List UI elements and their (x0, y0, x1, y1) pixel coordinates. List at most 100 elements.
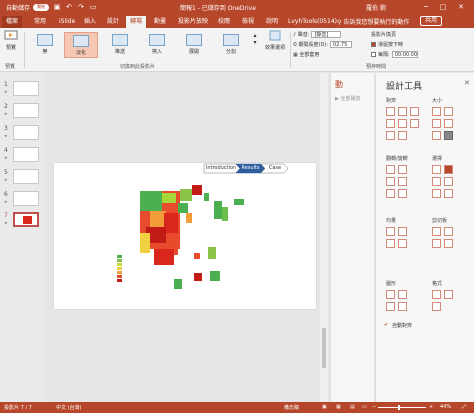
save-icon[interactable]: ▣ (53, 3, 61, 11)
size-lock-icon[interactable] (444, 131, 453, 140)
tab-help[interactable]: 說明 (262, 16, 282, 28)
align-right-icon[interactable] (410, 107, 419, 116)
share-button[interactable]: 共用 (420, 16, 443, 26)
autosave-toggle[interactable]: 關閉 (33, 3, 50, 11)
duration-input[interactable]: 02.75 (329, 41, 352, 48)
select-fill-icon[interactable] (432, 177, 441, 186)
gallery-more-button[interactable]: ▴ ▾ (251, 32, 259, 46)
close-button[interactable]: ✕ (455, 2, 467, 12)
shape-subtract-icon[interactable] (398, 302, 407, 311)
preview-button[interactable]: 預覽 (2, 30, 20, 51)
rotate-reset-icon[interactable] (398, 189, 407, 198)
rotate-right-icon[interactable] (398, 177, 407, 186)
slide-thumb-6[interactable] (13, 191, 39, 206)
redo-icon[interactable]: ↷ (77, 3, 85, 11)
rotate-free-icon[interactable] (386, 189, 395, 198)
normal-view-icon[interactable]: ▣ (322, 404, 327, 410)
transition-push[interactable]: 推送 (103, 32, 137, 58)
slide-thumb-7[interactable] (13, 212, 39, 227)
select-text-icon[interactable] (444, 189, 453, 198)
language-indicator[interactable]: 中文 (台灣) (56, 404, 82, 411)
zoom-slider-handle[interactable] (398, 405, 400, 410)
paste-position-icon[interactable] (444, 227, 453, 236)
copy-position-icon[interactable] (432, 227, 441, 236)
flip-horizontal-icon[interactable] (386, 165, 395, 174)
zoom-in-icon[interactable]: + (429, 404, 433, 410)
transition-split[interactable]: 分割 (214, 32, 248, 58)
on-click-checkbox[interactable]: 滑鼠按下時 (371, 41, 403, 48)
slide-thumb-3[interactable] (13, 125, 39, 140)
effect-options-button[interactable]: 效果選項 (262, 30, 288, 51)
align-key-icon[interactable] (398, 131, 407, 140)
select-same-icon[interactable] (432, 165, 441, 174)
transition-wipe[interactable]: 擦入 (140, 32, 174, 58)
tab-slideshow[interactable]: 投影片放映 (174, 16, 212, 28)
undo-icon[interactable]: ↶ (65, 3, 73, 11)
tell-me-search[interactable]: ⚲ 告訴我您想要執行的動作 (337, 17, 409, 26)
auto-align-checkbox[interactable]: ✔ 自動對齊 (384, 322, 412, 330)
after-checkbox[interactable]: 每隔: 00:00.00 (371, 51, 418, 58)
shape-merge-icon[interactable] (386, 290, 395, 299)
distribute-grid-icon[interactable] (386, 239, 395, 248)
align-slide-icon[interactable] (386, 131, 395, 140)
sound-select[interactable]: [靜音] (311, 31, 342, 38)
format-clear-icon[interactable] (444, 290, 453, 299)
canvas-scrollbar[interactable] (320, 73, 328, 402)
transition-fade[interactable]: 淡化 (64, 32, 98, 58)
transition-reveal[interactable]: 展開 (177, 32, 211, 58)
close-icon[interactable]: ✕ (464, 79, 470, 87)
minimize-button[interactable]: ─ (420, 2, 432, 12)
zoom-out-icon[interactable]: − (372, 404, 376, 410)
play-all-button[interactable]: ▶ 全部播放 (335, 95, 360, 102)
same-height-icon[interactable] (444, 107, 453, 116)
slide-thumb-4[interactable] (13, 147, 39, 162)
tab-view[interactable]: 檢視 (238, 16, 258, 28)
select-line-icon[interactable] (432, 189, 441, 198)
presenter-icon[interactable]: ▭ (89, 3, 97, 11)
tab-design[interactable]: 設計 (103, 16, 123, 28)
shape-split-icon[interactable] (398, 290, 407, 299)
distribute-horizontal-icon[interactable] (386, 227, 395, 236)
scroll-thumb[interactable] (322, 328, 326, 368)
tab-file[interactable]: 檔案 (2, 16, 23, 28)
notes-button[interactable]: 備忘稿 (284, 404, 299, 411)
size-width-icon[interactable] (432, 131, 441, 140)
align-middle-icon[interactable] (398, 119, 407, 128)
align-center-icon[interactable] (398, 107, 407, 116)
same-width-icon[interactable] (432, 107, 441, 116)
paste-size-icon[interactable] (444, 239, 453, 248)
fit-slide-icon[interactable]: ⤢ (462, 404, 466, 410)
tab-islide[interactable]: iSlide (55, 16, 79, 28)
select-pen-icon[interactable] (444, 165, 453, 174)
shape-union-icon[interactable] (386, 302, 395, 311)
slide-thumb-5[interactable] (13, 169, 39, 184)
zoom-level[interactable]: 44% (440, 404, 451, 410)
select-cursor-icon[interactable] (444, 177, 453, 186)
distribute-circle-icon[interactable] (398, 239, 407, 248)
zoom-slider[interactable] (378, 407, 426, 408)
flip-vertical-icon[interactable] (398, 165, 407, 174)
tab-animations[interactable]: 動畫 (150, 16, 170, 28)
copy-size-icon[interactable] (432, 239, 441, 248)
align-bottom-icon[interactable] (410, 119, 419, 128)
tab-transitions[interactable]: 轉場 (126, 16, 147, 28)
slide-thumb-1[interactable] (13, 81, 39, 96)
tab-insert[interactable]: 插入 (80, 16, 100, 28)
maximize-button[interactable]: □ (437, 2, 449, 12)
distribute-vertical-icon[interactable] (398, 227, 407, 236)
tab-review[interactable]: 校閱 (214, 16, 234, 28)
rotate-left-icon[interactable] (386, 177, 395, 186)
after-input[interactable]: 00:00.00 (391, 51, 418, 58)
tab-home[interactable]: 常用 (30, 16, 50, 28)
apply-all-button[interactable]: ▦ 全部套用 (293, 51, 319, 59)
user-name[interactable]: 羅伯 劉 (366, 3, 386, 12)
transition-none[interactable]: 無 (28, 32, 62, 58)
slideshow-view-icon[interactable]: ▭ (362, 404, 367, 410)
align-top-icon[interactable] (386, 119, 395, 128)
reading-view-icon[interactable]: ▤ (350, 404, 355, 410)
sorter-view-icon[interactable]: ▦ (336, 404, 341, 410)
current-slide[interactable]: Introduction Results Case (54, 163, 316, 309)
format-copy-icon[interactable] (432, 302, 441, 311)
slide-thumb-2[interactable] (13, 103, 39, 118)
tab-lvyhtools[interactable]: LvyhTools(0514) (284, 16, 341, 28)
